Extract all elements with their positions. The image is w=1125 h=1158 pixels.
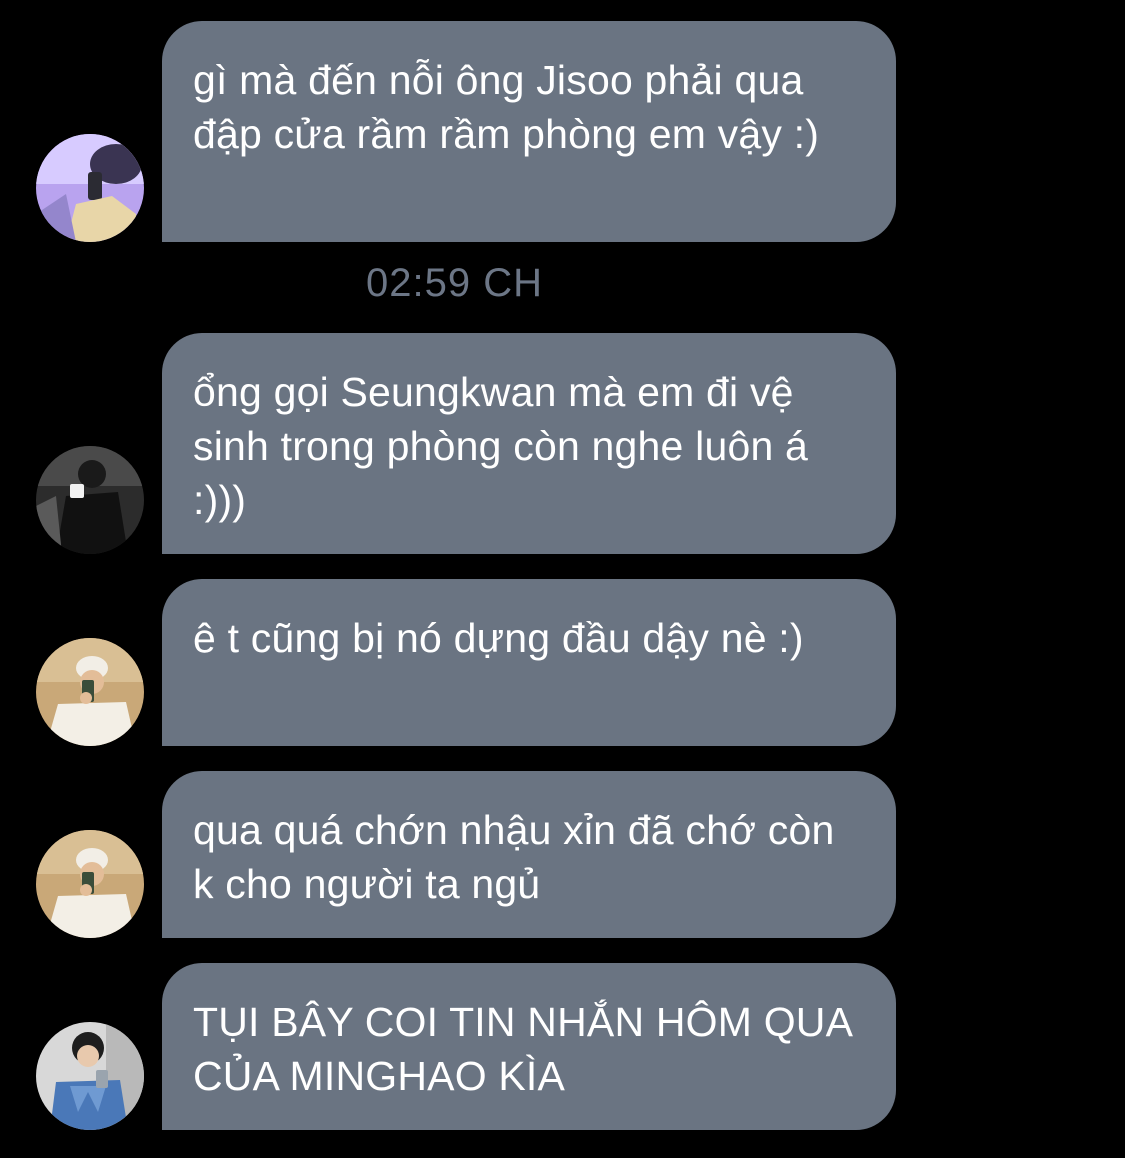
message-bubble[interactable]: qua quá chớn nhậu xỉn đã chớ còn k cho n… [162,771,896,938]
message-bubble[interactable]: gì mà đến nỗi ông Jisoo phải qua đập cửa… [162,21,896,242]
message-bubble[interactable]: ê t cũng bị nó dựng đầu dậy nè :) [162,579,896,746]
message-text: TỤI BÂY COI TIN NHẮN HÔM QUA CỦA MINGHAO… [193,999,851,1099]
message-bubble[interactable]: ổng gọi Seungkwan mà em đi vệ sinh trong… [162,333,896,554]
avatar-purple-icon[interactable] [36,134,144,242]
message-text: ổng gọi Seungkwan mà em đi vệ sinh trong… [193,369,809,523]
message-timestamp: 02:59 CH [366,261,543,305]
avatar-beanie-icon[interactable] [36,638,144,746]
avatar-denim-icon[interactable] [36,1022,144,1130]
message-bubble[interactable]: TỤI BÂY COI TIN NHẮN HÔM QUA CỦA MINGHAO… [162,963,896,1130]
message-text: ê t cũng bị nó dựng đầu dậy nè :) [193,615,804,661]
avatar-beanie-icon[interactable] [36,830,144,938]
avatar-dark-icon[interactable] [36,446,144,554]
message-text: gì mà đến nỗi ông Jisoo phải qua đập cửa… [193,57,820,157]
message-text: qua quá chớn nhậu xỉn đã chớ còn k cho n… [193,807,835,907]
